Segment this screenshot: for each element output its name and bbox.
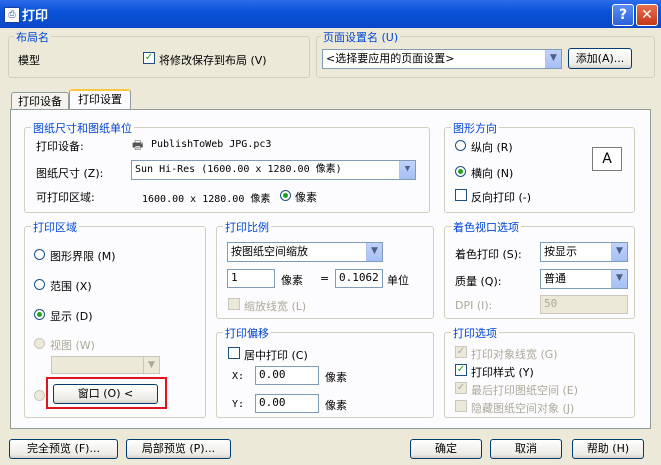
- page-setup-label: 页面设置名 (U): [321, 29, 401, 45]
- paperspace-last-checkbox[interactable]: ✓: [455, 382, 467, 394]
- display-radio[interactable]: [34, 309, 45, 320]
- add-page-setup-button[interactable]: 添加(A)...: [568, 48, 632, 69]
- plot-device-value: PublishToWeb JPG.pc3: [151, 139, 272, 150]
- chevron-down-icon: ▼: [366, 243, 382, 261]
- layout-name-label: 布局名: [14, 29, 51, 45]
- scale-mode-select[interactable]: 按图纸空间缩放 ▼: [227, 242, 383, 262]
- shade-plot-select[interactable]: 按显示 ▼: [540, 242, 628, 262]
- center-plot-checkbox[interactable]: [228, 347, 240, 359]
- scale-pixels-input[interactable]: 1: [227, 269, 275, 288]
- ok-button[interactable]: 确定: [410, 439, 482, 459]
- dpi-label: DPI (I):: [455, 299, 493, 312]
- window-title: 打印: [22, 9, 49, 24]
- chevron-down-icon: ▼: [399, 161, 415, 179]
- chevron-down-icon: ▼: [143, 357, 159, 373]
- unit-pixels-label: 像素: [295, 191, 317, 204]
- hide-objects-checkbox[interactable]: [455, 400, 467, 412]
- quality-label: 质量 (Q):: [455, 275, 502, 288]
- offset-x-input[interactable]: 0.00: [255, 366, 319, 385]
- extents-label: 范围 (X): [50, 280, 92, 293]
- display-label: 显示 (D): [50, 310, 93, 323]
- help-button[interactable]: 帮助 (H): [572, 439, 644, 459]
- reverse-print-checkbox[interactable]: [455, 189, 467, 201]
- print-area-group-label: 打印区域: [31, 219, 79, 235]
- quality-value: 普通: [544, 272, 566, 285]
- offset-y-label: Y:: [232, 399, 245, 410]
- landscape-radio[interactable]: [455, 166, 466, 177]
- partial-preview-button[interactable]: 局部预览 (P)...: [126, 439, 231, 459]
- plot-lineweights-label: 打印对象线宽 (G): [471, 348, 558, 361]
- paper-size-value: Sun Hi-Res (1600.00 x 1280.00 像素): [135, 164, 342, 175]
- unit-pixels-radio[interactable]: [280, 190, 291, 201]
- view-radio[interactable]: [34, 338, 45, 349]
- hide-objects-label: 隐藏图纸空间对象 (J): [471, 402, 575, 415]
- dpi-input[interactable]: 50: [540, 295, 628, 314]
- plot-offset-group-label: 打印偏移: [223, 325, 271, 341]
- scale-lineweights-checkbox[interactable]: [228, 298, 240, 310]
- app-icon: ⎙: [4, 7, 20, 23]
- help-icon-button[interactable]: ?: [612, 4, 634, 26]
- quality-select[interactable]: 普通 ▼: [540, 269, 628, 289]
- printable-area-value: 1600.00 x 1280.00 像素: [142, 194, 271, 205]
- printable-area-label: 可打印区域:: [36, 191, 95, 204]
- window-radio[interactable]: [34, 390, 45, 401]
- reverse-print-label: 反向打印 (-): [471, 191, 532, 204]
- orientation-preview-icon: A: [592, 147, 622, 171]
- title-bar: ⎙ 打印 ? ✕: [0, 0, 661, 28]
- page-setup-select[interactable]: <选择要应用的页面设置> ▼: [322, 49, 562, 69]
- offset-y-unit: 像素: [325, 399, 347, 412]
- view-select[interactable]: ▼: [51, 356, 160, 374]
- landscape-label: 横向 (N): [471, 167, 514, 180]
- tab-print-settings[interactable]: 打印设置: [69, 89, 131, 110]
- window-button[interactable]: 窗口 (O) <: [53, 384, 158, 404]
- plot-styles-checkbox[interactable]: ✓: [455, 364, 467, 376]
- view-label: 视图 (W): [50, 339, 95, 352]
- scale-pixels-unit: 像素: [281, 274, 303, 287]
- layout-name-value: 模型: [18, 54, 40, 67]
- plot-scale-group-label: 打印比例: [223, 219, 271, 235]
- shade-plot-value: 按显示: [544, 245, 577, 258]
- paper-size-label: 图纸尺寸 (Z):: [36, 167, 104, 180]
- plot-options-group-label: 打印选项: [451, 325, 499, 341]
- scale-units-input[interactable]: 0.1062: [335, 269, 383, 288]
- plot-styles-label: 打印样式 (Y): [471, 366, 534, 379]
- limits-label: 图形界限 (M): [50, 250, 116, 263]
- portrait-label: 纵向 (R): [471, 141, 513, 154]
- center-plot-label: 居中打印 (C): [244, 349, 308, 362]
- chevron-down-icon: ▼: [611, 243, 627, 261]
- paper-size-select[interactable]: Sun Hi-Res (1600.00 x 1280.00 像素) ▼: [131, 160, 416, 180]
- close-icon-button[interactable]: ✕: [636, 4, 658, 26]
- scale-lineweights-label: 缩放线宽 (L): [244, 300, 307, 313]
- chevron-down-icon: ▼: [611, 270, 627, 288]
- shade-plot-label: 着色打印 (S):: [455, 248, 522, 261]
- page-setup-value: <选择要应用的页面设置>: [326, 52, 455, 65]
- printer-icon: 🖶: [132, 138, 144, 152]
- orientation-group-label: 图形方向: [451, 120, 499, 136]
- save-to-layout-checkbox[interactable]: ✓: [143, 52, 155, 64]
- offset-y-input[interactable]: 0.00: [255, 394, 319, 413]
- paper-size-group-label: 图纸尺寸和图纸单位: [31, 120, 134, 136]
- offset-x-unit: 像素: [325, 371, 347, 384]
- tab-print-device[interactable]: 打印设备: [11, 92, 69, 110]
- shaded-viewport-group-label: 着色视口选项: [451, 219, 521, 235]
- extents-radio[interactable]: [34, 279, 45, 290]
- offset-x-label: X:: [232, 371, 245, 382]
- plot-lineweights-checkbox[interactable]: ✓: [455, 346, 467, 358]
- limits-radio[interactable]: [34, 249, 45, 260]
- scale-units-unit: 单位: [387, 274, 409, 287]
- cancel-button[interactable]: 取消: [490, 439, 562, 459]
- portrait-radio[interactable]: [455, 140, 466, 151]
- chevron-down-icon: ▼: [545, 50, 561, 68]
- paperspace-last-label: 最后打印图纸空间 (E): [471, 384, 579, 397]
- save-to-layout-label: 将修改保存到布局 (V): [159, 54, 267, 67]
- scale-mode-value: 按图纸空间缩放: [231, 245, 308, 258]
- plot-device-label: 打印设备:: [36, 140, 84, 153]
- full-preview-button[interactable]: 完全预览 (F)...: [9, 439, 118, 459]
- scale-equals: =: [320, 272, 330, 285]
